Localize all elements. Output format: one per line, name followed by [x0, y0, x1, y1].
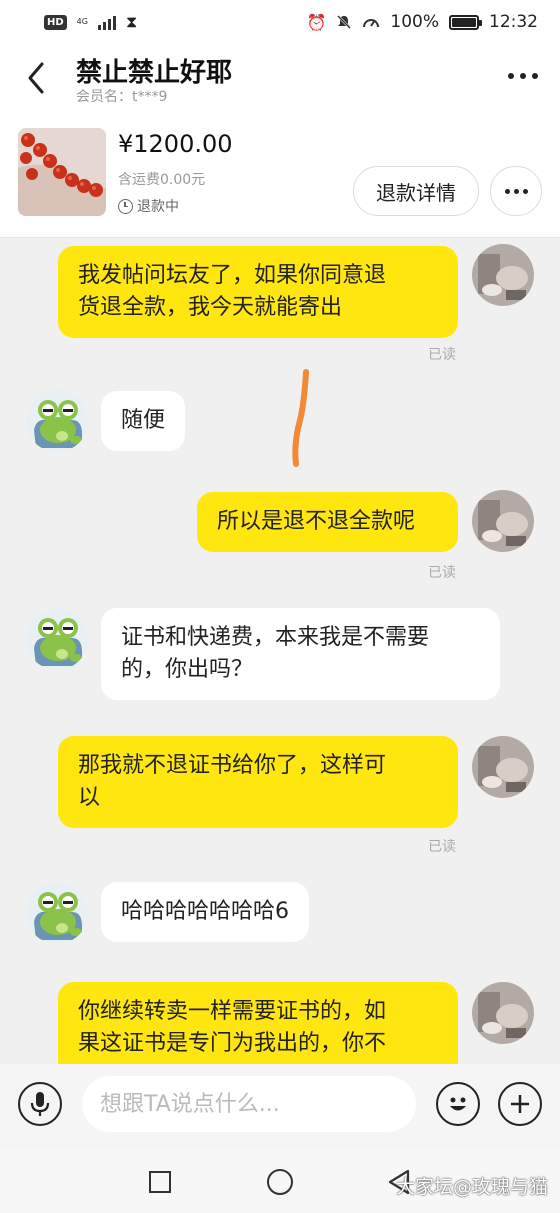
refund-details-button[interactable]: 退款详情	[353, 166, 479, 216]
message-bubble-mine[interactable]: 我发帖问坛友了，如果你同意退 货退全款，我今天就能寄出	[58, 246, 458, 338]
product-thumbnail[interactable]	[18, 128, 106, 216]
photo-avatar-image	[472, 736, 534, 798]
chat-area[interactable]: 我发帖问坛友了，如果你同意退 货退全款，我今天就能寄出 已读 随便 所以是退不退…	[0, 238, 560, 1064]
clock-icon	[118, 198, 133, 214]
frog-avatar-image	[26, 882, 88, 944]
input-bar	[0, 1064, 560, 1150]
clock-time: 12:32	[489, 12, 538, 32]
message-bubble-mine[interactable]: 你继续转卖一样需要证书的，如 果这证书是专门为我出的，你不	[58, 982, 458, 1064]
message-line: 的，你出吗？	[121, 657, 254, 682]
hourglass-icon: ⧗	[125, 12, 138, 31]
battery-fill	[452, 17, 476, 27]
mic-glyph	[30, 1092, 50, 1116]
speed-icon	[363, 19, 380, 28]
card-more-icon[interactable]	[490, 166, 542, 216]
product-price: ¥1200.00	[118, 130, 233, 158]
chat-header: 禁止禁止好耶 会员名：t***9	[0, 44, 560, 114]
plus-icon[interactable]	[498, 1082, 542, 1126]
battery-icon	[449, 14, 482, 30]
message-line: 证书和快递费，本来我是不需要	[121, 625, 430, 650]
my-avatar[interactable]	[472, 490, 534, 552]
hand-drawn-mark	[292, 369, 309, 467]
message-bubble-mine[interactable]: 所以是退不退全款呢	[197, 492, 458, 552]
message-line: 所以是退不退全款呢	[217, 509, 416, 534]
member-name: 会员名：t***9	[76, 89, 168, 105]
chat-title: 禁止禁止好耶	[76, 58, 233, 88]
photo-avatar-image	[472, 490, 534, 552]
network-type: 4G	[76, 17, 88, 26]
message-input[interactable]	[82, 1076, 416, 1132]
read-receipt: 已读	[428, 839, 456, 855]
emoji-icon[interactable]	[436, 1082, 480, 1126]
message-bubble-mine[interactable]: 那我就不退证书给你了，这样可 以	[58, 736, 458, 828]
message-line: 你继续转卖一样需要证书的，如	[78, 999, 387, 1024]
hd-badge: HD	[44, 14, 67, 30]
my-avatar[interactable]	[472, 736, 534, 798]
read-receipt: 已读	[428, 565, 456, 581]
message-bubble-theirs[interactable]: 证书和快递费，本来我是不需要 的，你出吗？	[101, 608, 500, 700]
my-avatar[interactable]	[472, 244, 534, 306]
message-line: 哈哈哈哈哈哈哈6	[121, 899, 289, 924]
signal-icon	[97, 14, 116, 30]
mute-icon	[337, 15, 352, 29]
message-line: 货退全款，我今天就能寄出	[78, 295, 343, 320]
photo-avatar-image	[472, 244, 534, 306]
status-right: ⏰ 100% 12:32	[306, 12, 538, 32]
my-avatar[interactable]	[472, 982, 534, 1044]
bracelet-image	[18, 128, 106, 216]
smiley-glyph	[450, 1097, 466, 1111]
photo-avatar-image	[472, 982, 534, 1044]
refund-status: 退款中	[118, 196, 179, 216]
status-bar: HD 4G ⧗ ⏰ 100% 12:32	[0, 0, 560, 44]
alarm-icon: ⏰	[306, 12, 327, 32]
battery-percent: 100%	[390, 12, 439, 32]
mic-icon[interactable]	[18, 1082, 62, 1126]
refund-status-label: 退款中	[137, 199, 179, 215]
their-avatar[interactable]	[26, 390, 88, 452]
nav-home-icon[interactable]	[267, 1169, 293, 1195]
message-bubble-theirs[interactable]: 随便	[101, 391, 186, 451]
frog-avatar-image	[26, 390, 88, 452]
system-nav-bar: 大家坛@玫瑰与猫	[0, 1150, 560, 1213]
message-line: 以	[78, 785, 101, 810]
back-button[interactable]	[22, 58, 52, 98]
message-line: 随便	[121, 408, 166, 433]
plus-glyph	[511, 1095, 529, 1113]
watermark: 大家坛@玫瑰与猫	[395, 1176, 548, 1198]
back-icon	[28, 62, 44, 94]
message-line: 果这证书是专门为我出的，你不	[78, 1031, 387, 1056]
more-icon[interactable]	[508, 64, 538, 88]
message-line: 我发帖问坛友了，如果你同意退	[78, 263, 387, 288]
shipping-fee: 含运费0.00元	[118, 172, 206, 188]
frog-avatar-image	[26, 608, 88, 670]
status-left: HD 4G ⧗	[44, 12, 137, 32]
their-avatar[interactable]	[26, 608, 88, 670]
nav-square-icon[interactable]	[149, 1171, 171, 1193]
message-bubble-theirs[interactable]: 哈哈哈哈哈哈哈6	[101, 882, 309, 942]
read-receipt: 已读	[428, 347, 456, 363]
message-line: 那我就不退证书给你了，这样可	[78, 753, 387, 778]
their-avatar[interactable]	[26, 882, 88, 944]
product-card[interactable]: ¥1200.00 含运费0.00元 退款中 退款详情	[0, 114, 560, 238]
